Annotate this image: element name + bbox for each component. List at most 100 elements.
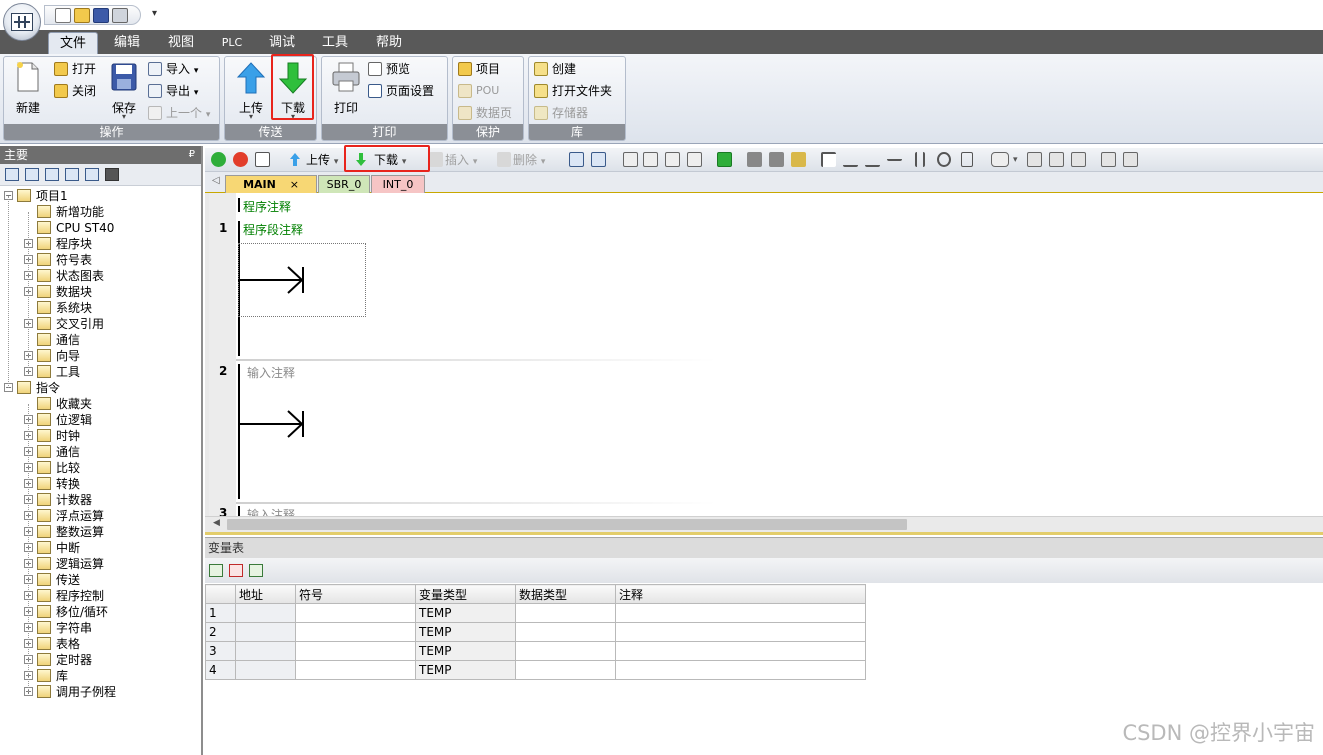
save-button[interactable]: 保存 ▾ [104, 61, 144, 121]
pin-icon[interactable]: ₽ [189, 146, 195, 164]
stop-icon[interactable] [233, 152, 248, 167]
address-cell[interactable] [235, 660, 296, 680]
var-type-cell[interactable]: TEMP [415, 660, 516, 680]
column-header[interactable]: 地址 [235, 584, 296, 604]
coil-icon[interactable] [937, 152, 951, 167]
symbol-cell[interactable] [295, 603, 416, 623]
new-button[interactable]: 新建 [8, 61, 48, 119]
protect-pou-button[interactable]: POU [456, 81, 499, 101]
lock-icon[interactable] [747, 152, 762, 167]
toolbar-download-button[interactable]: 下载 ▾ [374, 152, 406, 168]
save-icon[interactable] [93, 7, 109, 23]
column-header[interactable]: 变量类型 [415, 584, 516, 604]
column-header[interactable]: 符号 [295, 584, 416, 604]
next-bookmark-icon[interactable] [665, 152, 680, 167]
tab-plc[interactable]: PLC [212, 32, 252, 54]
edit-table-icon[interactable] [1049, 152, 1064, 167]
toolbar-upload-button[interactable]: 上传 ▾ [306, 152, 338, 168]
update-icon[interactable] [249, 564, 263, 577]
close-tab-icon[interactable]: × [290, 178, 299, 191]
unlock-icon[interactable] [791, 152, 806, 167]
run-icon[interactable] [211, 152, 226, 167]
scroll-left-icon[interactable]: ◀ [213, 518, 220, 528]
tab-scroll-left-icon[interactable]: ◁ [212, 175, 220, 186]
network-view-icon[interactable] [591, 152, 606, 167]
print-icon[interactable] [112, 7, 128, 23]
block-icon[interactable] [65, 168, 79, 181]
lock-pou-icon[interactable] [769, 152, 784, 167]
app-menu-button[interactable] [3, 3, 41, 41]
splitter[interactable] [205, 532, 1323, 535]
new-file-icon[interactable] [55, 7, 71, 23]
open-library-folder-button[interactable]: 打开文件夹 [532, 81, 612, 101]
comment-cell[interactable] [615, 641, 866, 661]
program-comment[interactable]: 程序注释 [243, 198, 291, 215]
data-block-icon[interactable] [1123, 152, 1138, 167]
pou-tab-main[interactable]: MAIN × [225, 175, 317, 193]
tag-dropdown[interactable]: ▾ [1013, 152, 1018, 168]
symbol-cell[interactable] [295, 622, 416, 642]
toolbar-delete-button[interactable]: 删除 ▾ [513, 152, 545, 168]
scrollbar-thumb[interactable] [227, 519, 907, 530]
monitor-icon[interactable] [105, 168, 119, 181]
list-icon[interactable] [45, 168, 59, 181]
card-icon[interactable] [85, 168, 99, 181]
line-up-icon[interactable] [865, 152, 880, 167]
pou-tab-sbr0[interactable]: SBR_0 [318, 175, 370, 193]
symbol-cell[interactable] [295, 660, 416, 680]
comment-cell[interactable] [615, 622, 866, 642]
prev-bookmark-icon[interactable] [643, 152, 658, 167]
contact-icon[interactable] [915, 152, 925, 167]
tab-edit[interactable]: 编辑 [106, 32, 148, 54]
network-comment[interactable]: 输入注释 [247, 506, 295, 516]
table-row[interactable]: 1 TEMP [205, 603, 866, 623]
tag-icon[interactable] [991, 152, 1009, 167]
close-button[interactable]: 关闭 [52, 81, 96, 101]
export-button[interactable]: 导出 ▾ [146, 81, 198, 101]
box-icon[interactable] [961, 152, 973, 167]
tab-view[interactable]: 视图 [160, 32, 202, 54]
table-row[interactable]: 4 TEMP [205, 660, 866, 680]
protect-project-button[interactable]: 项目 [456, 59, 500, 79]
clear-bookmarks-icon[interactable] [687, 152, 702, 167]
symbol-table-icon[interactable] [1027, 152, 1042, 167]
protect-data-page-button[interactable]: 数据页 [456, 103, 512, 123]
address-cell[interactable] [235, 641, 296, 661]
var-type-cell[interactable]: TEMP [415, 622, 516, 642]
upload-button[interactable]: 上传 ▾ [231, 61, 271, 121]
delete-row-icon[interactable] [229, 564, 243, 577]
address-cell[interactable] [235, 603, 296, 623]
table-row[interactable]: 2 TEMP [205, 622, 866, 642]
properties-icon[interactable] [1101, 152, 1116, 167]
import-button[interactable]: 导入 ▾ [146, 59, 198, 79]
line-right-icon[interactable] [887, 152, 902, 161]
data-type-cell[interactable] [515, 660, 616, 680]
table-row[interactable]: 3 TEMP [205, 641, 866, 661]
branch-up-icon[interactable] [843, 152, 858, 167]
page-setup-button[interactable]: 页面设置 [366, 81, 434, 101]
quick-access-customize-icon[interactable]: ▾ [152, 8, 157, 19]
pou-tab-int0[interactable]: INT_0 [371, 175, 425, 193]
insert-row-icon[interactable] [209, 564, 223, 577]
comment-cell[interactable] [615, 603, 866, 623]
var-type-cell[interactable]: TEMP [415, 641, 516, 661]
bookmark-icon[interactable] [623, 152, 638, 167]
previous-button[interactable]: 上一个 ▾ [146, 103, 210, 123]
download-button[interactable]: 下载 ▾ [273, 61, 313, 121]
data-type-cell[interactable] [515, 641, 616, 661]
create-library-button[interactable]: 创建 [532, 59, 576, 79]
preview-button[interactable]: 预览 [366, 59, 410, 79]
tab-debug[interactable]: 调试 [262, 32, 302, 54]
ladder-editor[interactable]: 程序注释 1 程序段注释 2 输入注释 3 输入注释 [205, 193, 1323, 516]
compile-icon[interactable] [255, 152, 270, 167]
print-button[interactable]: 打印 [326, 61, 366, 119]
column-header[interactable]: 数据类型 [515, 584, 616, 604]
goto-icon[interactable] [717, 152, 732, 167]
data-type-cell[interactable] [515, 622, 616, 642]
table-icon[interactable] [25, 168, 39, 181]
tab-file[interactable]: 文件 [48, 32, 98, 54]
symbol-cell[interactable] [295, 641, 416, 661]
address-cell[interactable] [235, 622, 296, 642]
branch-down-icon[interactable] [821, 152, 836, 167]
view-icon[interactable] [5, 168, 19, 181]
